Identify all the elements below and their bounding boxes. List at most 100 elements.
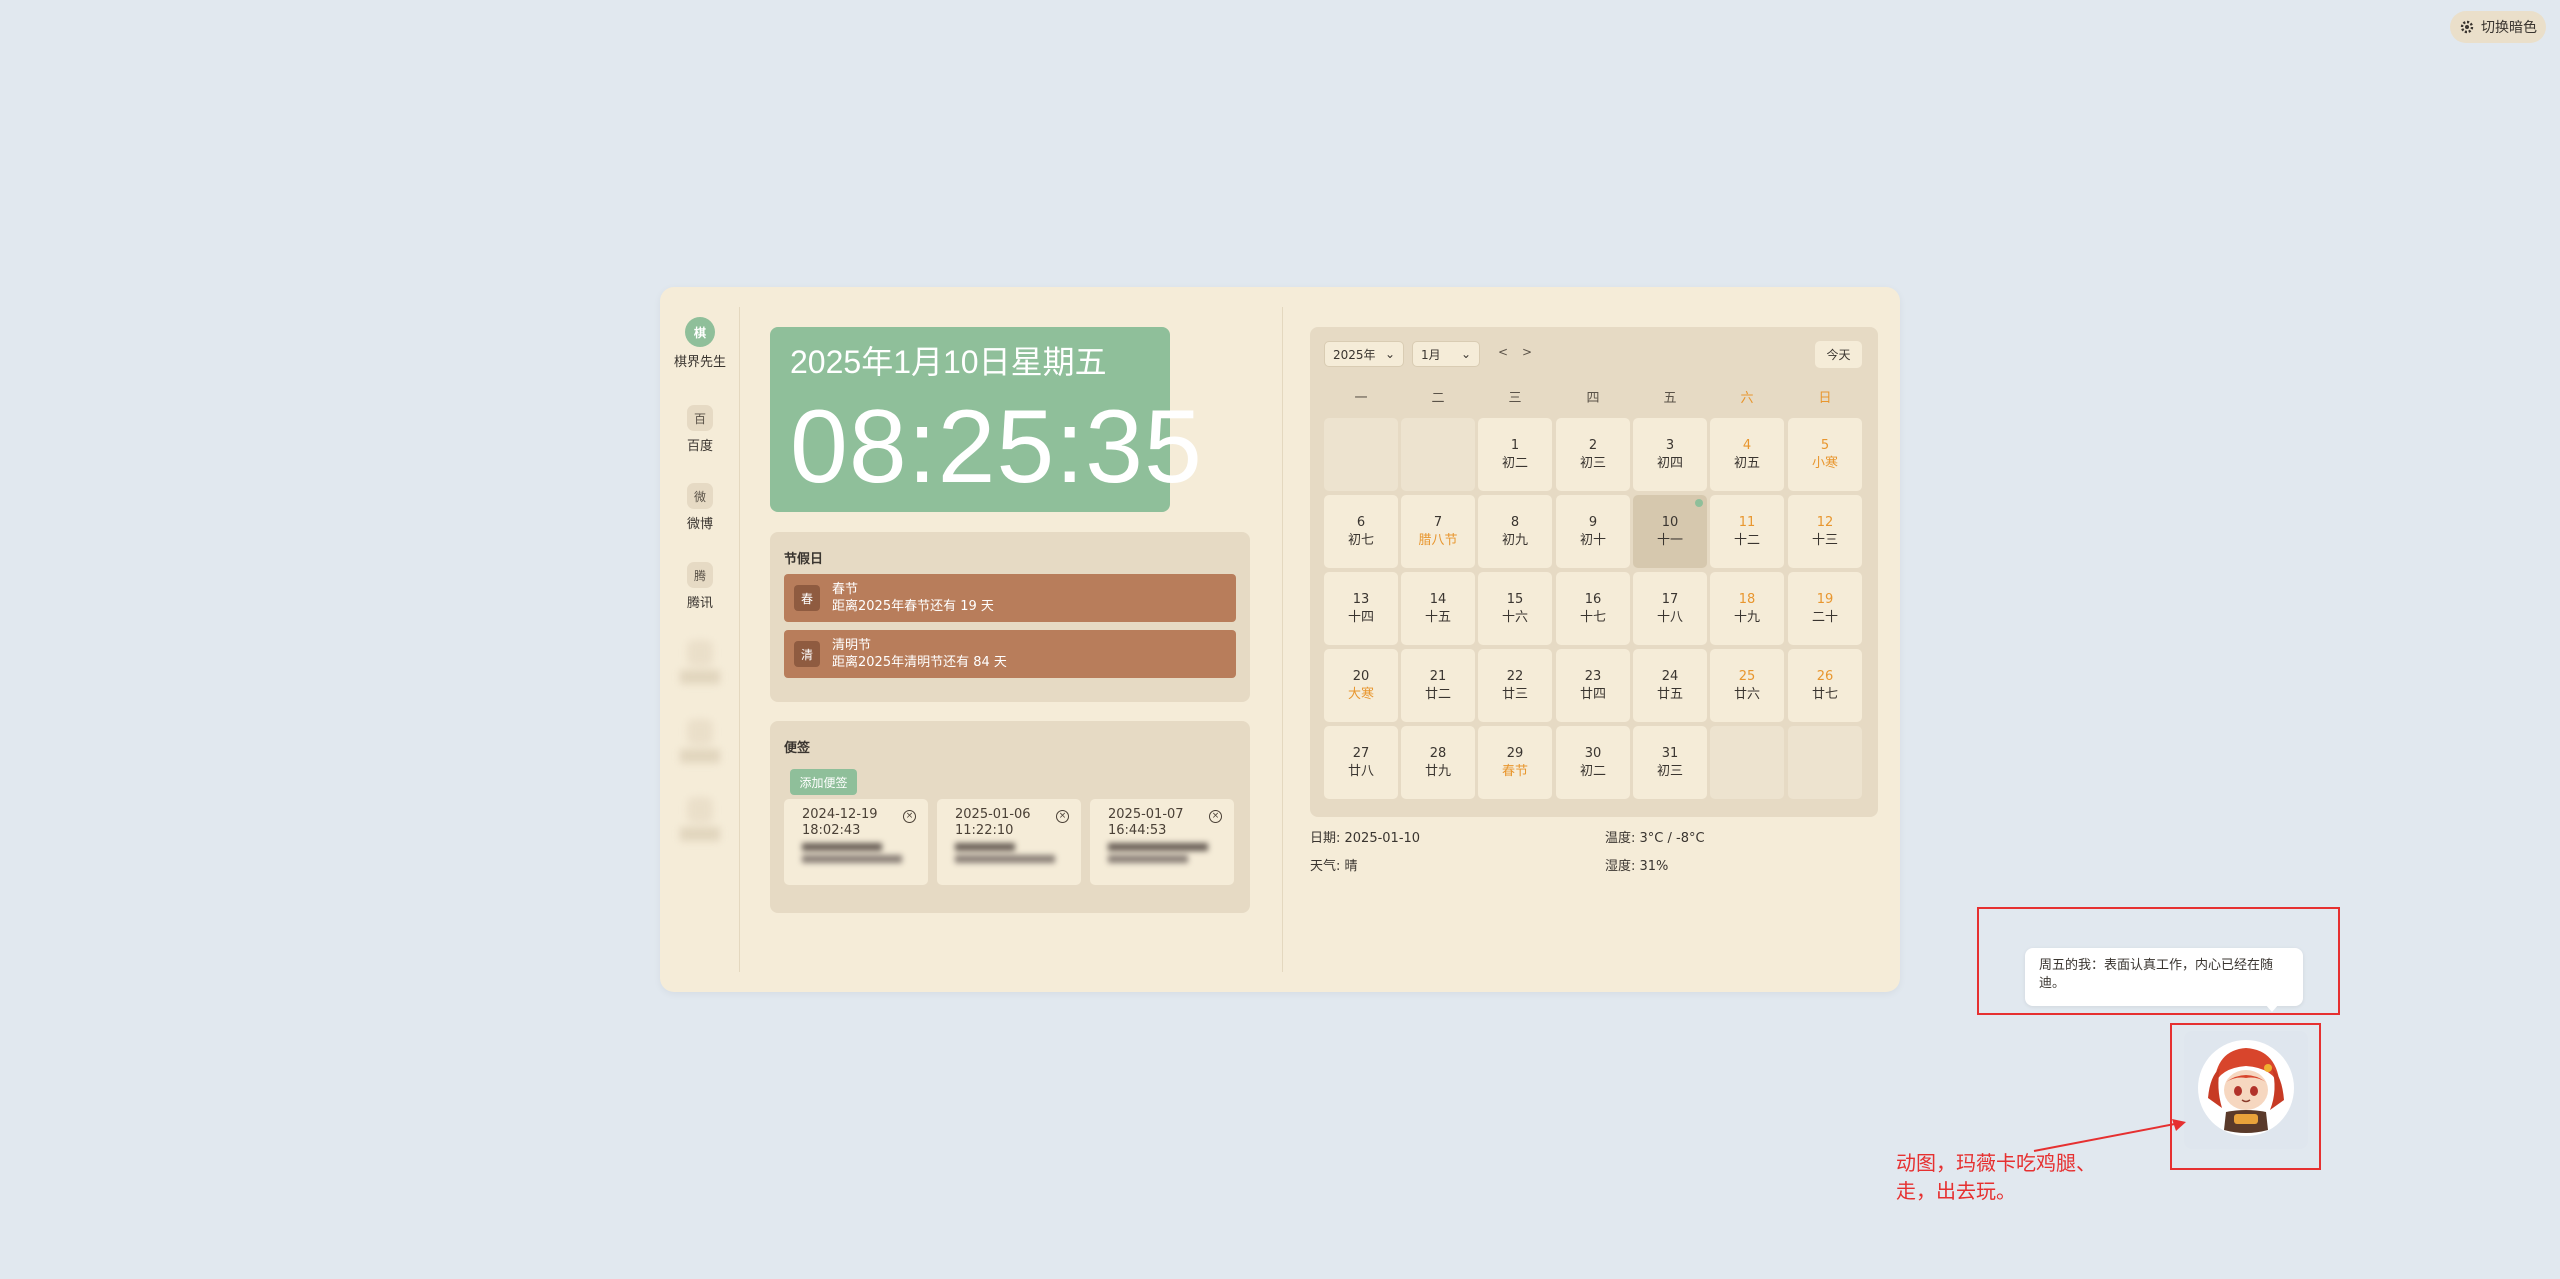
day-cell[interactable]: 8 初九 bbox=[1478, 495, 1552, 568]
close-icon[interactable]: × bbox=[903, 810, 916, 823]
day-cell[interactable]: 27 廿八 bbox=[1324, 726, 1398, 799]
sidebar-item-tencent[interactable]: 腾 腾讯 bbox=[660, 562, 740, 611]
holiday-item[interactable]: 清 清明节 距离2025年清明节还有 84 天 bbox=[784, 630, 1236, 678]
empty-day-cell bbox=[1401, 418, 1475, 491]
blurred-icon bbox=[687, 797, 713, 823]
lunar-label: 初二 bbox=[1579, 763, 1606, 779]
notes-title: 便签 bbox=[784, 741, 811, 756]
next-month-button[interactable]: > bbox=[1522, 345, 1532, 359]
day-number: 22 bbox=[1506, 668, 1524, 684]
today-button[interactable]: 今天 bbox=[1815, 341, 1862, 368]
day-number: 18 bbox=[1738, 591, 1756, 607]
prev-month-button[interactable]: < bbox=[1498, 345, 1508, 359]
close-icon[interactable]: × bbox=[1209, 810, 1222, 823]
day-cell[interactable]: 18 十九 bbox=[1710, 572, 1784, 645]
month-select[interactable]: 1月 ⌄ bbox=[1412, 341, 1480, 367]
day-cell[interactable]: 4 初五 bbox=[1710, 418, 1784, 491]
add-note-button[interactable]: 添加便签 bbox=[790, 769, 857, 795]
day-number: 7 bbox=[1433, 514, 1443, 530]
day-cell[interactable]: 16 十七 bbox=[1556, 572, 1630, 645]
blurred-icon bbox=[687, 719, 713, 745]
day-number: 3 bbox=[1665, 437, 1675, 453]
lunar-label: 廿二 bbox=[1424, 686, 1451, 702]
day-cell[interactable]: 23 廿四 bbox=[1556, 649, 1630, 722]
weekday-header: 四 bbox=[1586, 391, 1600, 406]
note-card[interactable]: 2025-01-06 11:22:10 × bbox=[937, 799, 1081, 885]
clock-card: 2025年1月10日星期五 08:25:35 bbox=[770, 327, 1203, 512]
clock-time: 08:25:35 bbox=[790, 389, 1203, 505]
day-cell[interactable]: 22 廿三 bbox=[1478, 649, 1552, 722]
holiday-badge: 春 bbox=[794, 585, 820, 611]
day-cell[interactable]: 10 十一 bbox=[1633, 495, 1707, 568]
sidebar-item-hidden-2[interactable] bbox=[660, 719, 740, 763]
day-cell[interactable]: 29 春节 bbox=[1478, 726, 1552, 799]
lunar-label: 初九 bbox=[1501, 532, 1528, 548]
weekday-header: 二 bbox=[1431, 391, 1445, 406]
lunar-label: 初十 bbox=[1579, 532, 1606, 548]
day-number: 24 bbox=[1661, 668, 1679, 684]
lunar-label: 初三 bbox=[1656, 763, 1683, 779]
annotation-line-1: 动图，玛薇卡吃鸡腿、 bbox=[1896, 1151, 2096, 1175]
chevron-down-icon: ⌄ bbox=[1384, 347, 1395, 361]
day-cell[interactable]: 28 廿九 bbox=[1401, 726, 1475, 799]
lunar-label: 春节 bbox=[1501, 763, 1528, 779]
holiday-panel: 节假日 春 春节 距离2025年春节还有 19 天 清 清明节 距离2025年清… bbox=[770, 532, 1250, 702]
day-cell[interactable]: 3 初四 bbox=[1633, 418, 1707, 491]
sidebar-item-baidu[interactable]: 百 百度 bbox=[660, 405, 740, 454]
pet-character-image[interactable] bbox=[2196, 1038, 2296, 1138]
day-number: 12 bbox=[1816, 514, 1834, 530]
day-cell[interactable]: 2 初三 bbox=[1556, 418, 1630, 491]
day-cell[interactable]: 5 小寒 bbox=[1788, 418, 1862, 491]
sidebar-item-label: 微博 bbox=[686, 517, 713, 532]
day-cell[interactable]: 11 十二 bbox=[1710, 495, 1784, 568]
blurred-icon bbox=[687, 640, 713, 666]
day-cell[interactable]: 1 初二 bbox=[1478, 418, 1552, 491]
day-cell[interactable]: 9 初十 bbox=[1556, 495, 1630, 568]
sidebar-item-weibo[interactable]: 微 微博 bbox=[660, 483, 740, 532]
info-humidity: 湿度: 31% bbox=[1605, 859, 1669, 874]
sidebar-item-hidden-1[interactable] bbox=[660, 640, 740, 684]
theme-toggle-label: 切换暗色 bbox=[2481, 20, 2537, 36]
day-number: 5 bbox=[1820, 437, 1830, 453]
theme-toggle-button[interactable]: 切换暗色 bbox=[2450, 11, 2546, 43]
holiday-title: 节假日 bbox=[784, 552, 824, 567]
empty-day-cell bbox=[1788, 726, 1862, 799]
day-cell[interactable]: 19 二十 bbox=[1788, 572, 1862, 645]
day-number: 19 bbox=[1816, 591, 1834, 607]
day-cell[interactable]: 25 廿六 bbox=[1710, 649, 1784, 722]
day-cell[interactable]: 26 廿七 bbox=[1788, 649, 1862, 722]
day-cell[interactable]: 31 初三 bbox=[1633, 726, 1707, 799]
clock-date: 2025年1月10日星期五 bbox=[790, 344, 1107, 380]
day-cell[interactable]: 7 腊八节 bbox=[1401, 495, 1475, 568]
sidebar-item-hidden-3[interactable] bbox=[660, 797, 740, 841]
day-cell[interactable]: 30 初二 bbox=[1556, 726, 1630, 799]
day-cell[interactable]: 12 十三 bbox=[1788, 495, 1862, 568]
note-date: 2025-01-06 bbox=[955, 807, 1031, 822]
day-number: 21 bbox=[1429, 668, 1447, 684]
lunar-label: 十六 bbox=[1501, 609, 1528, 625]
lunar-label: 初七 bbox=[1347, 532, 1374, 548]
holiday-item[interactable]: 春 春节 距离2025年春节还有 19 天 bbox=[784, 574, 1236, 622]
note-card[interactable]: 2024-12-19 18:02:43 × bbox=[784, 799, 928, 885]
lunar-label: 廿三 bbox=[1501, 686, 1528, 702]
lunar-label: 十七 bbox=[1579, 609, 1606, 625]
day-cell[interactable]: 20 大寒 bbox=[1324, 649, 1398, 722]
weekday-header: 六 bbox=[1740, 391, 1754, 406]
note-time: 18:02:43 bbox=[802, 823, 861, 838]
year-select[interactable]: 2025年 ⌄ bbox=[1324, 341, 1404, 367]
day-cell[interactable]: 6 初七 bbox=[1324, 495, 1398, 568]
close-icon[interactable]: × bbox=[1056, 810, 1069, 823]
day-cell[interactable]: 21 廿二 bbox=[1401, 649, 1475, 722]
blurred-label bbox=[680, 749, 720, 763]
day-cell[interactable]: 24 廿五 bbox=[1633, 649, 1707, 722]
sidebar-item-qijie[interactable]: 棋 棋界先生 bbox=[660, 317, 740, 370]
note-content bbox=[955, 843, 1063, 863]
lunar-label: 十一 bbox=[1656, 532, 1683, 548]
note-card[interactable]: 2025-01-07 16:44:53 × bbox=[1090, 799, 1234, 885]
lunar-label: 廿八 bbox=[1347, 763, 1374, 779]
day-cell[interactable]: 13 十四 bbox=[1324, 572, 1398, 645]
day-number: 16 bbox=[1584, 591, 1602, 607]
day-cell[interactable]: 15 十六 bbox=[1478, 572, 1552, 645]
day-cell[interactable]: 14 十五 bbox=[1401, 572, 1475, 645]
day-cell[interactable]: 17 十八 bbox=[1633, 572, 1707, 645]
